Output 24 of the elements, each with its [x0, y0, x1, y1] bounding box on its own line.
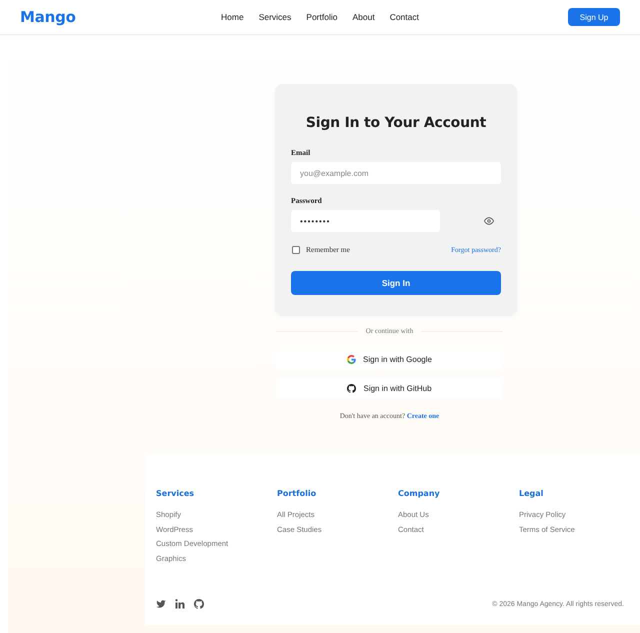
- nav-link[interactable]: Contact: [390, 12, 419, 22]
- sign-up-button[interactable]: Sign Up: [568, 8, 620, 26]
- google-sign-in-button[interactable]: Sign in with Google: [276, 349, 503, 370]
- google-icon: [347, 355, 356, 364]
- nav-link[interactable]: About: [352, 12, 375, 22]
- github-sign-in-button[interactable]: Sign in with GitHub: [276, 378, 503, 399]
- nav-link[interactable]: Services: [258, 12, 292, 22]
- linkedin-icon[interactable]: [175, 599, 185, 609]
- bird-icon[interactable]: [156, 599, 166, 609]
- nav-link[interactable]: Portfolio: [306, 12, 338, 22]
- email-field[interactable]: you@example.com: [291, 162, 501, 184]
- remember-checkbox[interactable]: [292, 246, 300, 254]
- eye-icon[interactable]: [484, 216, 494, 226]
- github-icon: [347, 384, 356, 393]
- sign-in-button[interactable]: Sign In: [291, 271, 501, 295]
- footer-heading: Company: [398, 488, 440, 500]
- footer-heading: Legal: [519, 488, 544, 500]
- nav-link[interactable]: Home: [221, 12, 244, 22]
- logo-text[interactable]: Mango: [20, 8, 76, 26]
- github-icon[interactable]: [194, 599, 204, 609]
- card-title: Sign In to Your Account: [304, 114, 488, 133]
- password-field[interactable]: ••••••••: [291, 210, 440, 232]
- footer-heading: Services: [156, 488, 194, 500]
- footer-heading: Portfolio: [277, 488, 316, 500]
